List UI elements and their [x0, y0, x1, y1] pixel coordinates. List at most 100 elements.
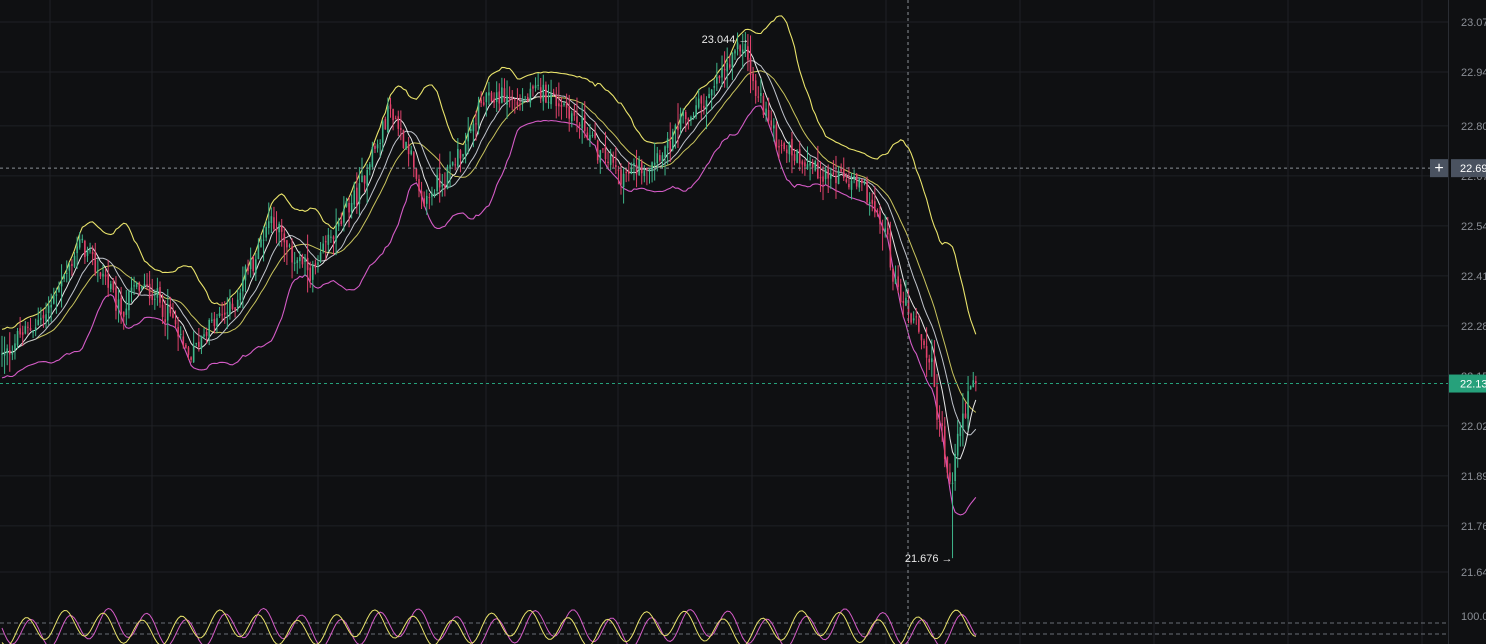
candle-body [177, 326, 179, 337]
y-tick-label: 22.80 [1461, 121, 1486, 133]
candle-body [327, 234, 330, 245]
candle-body [115, 287, 117, 311]
candle-body [200, 335, 203, 349]
candle-body [633, 163, 635, 165]
candle-body [135, 282, 138, 287]
candle [596, 139, 599, 164]
candle-body [454, 164, 457, 166]
candle-body [102, 273, 104, 277]
candle-body [477, 102, 480, 126]
candle-body [249, 258, 252, 270]
candle-body [796, 151, 798, 163]
candle-body [125, 308, 128, 315]
candle-body [242, 279, 244, 292]
candle-body [407, 144, 410, 155]
y-tick-label: 22.54 [1461, 221, 1486, 233]
candle-body [415, 168, 418, 179]
candle-body [337, 222, 340, 227]
candle-body [490, 92, 493, 102]
max-price-annotation: 23.044 [702, 34, 736, 46]
candle-body [607, 161, 609, 164]
candle-body [213, 318, 216, 327]
candle-body [508, 97, 511, 100]
min-arrow-icon: → [942, 553, 953, 565]
candle-body [418, 178, 420, 191]
candle-body [956, 433, 959, 456]
candle-body [332, 236, 335, 240]
candle-body [343, 208, 345, 223]
candle-body [627, 171, 630, 174]
candle-body [534, 85, 537, 89]
candle-body [270, 216, 273, 224]
candlestick-chart[interactable]: 23.0722.9422.8022.6722.5422.4122.2822.15… [0, 0, 1486, 644]
candle-body [793, 154, 796, 161]
candle-body [172, 313, 174, 318]
candle-body [975, 380, 977, 384]
candle-body [340, 220, 343, 225]
candle-body [866, 180, 868, 203]
candle-body [899, 284, 902, 303]
candle-body [459, 150, 462, 159]
candle-body [928, 358, 931, 363]
candle-body [703, 105, 705, 108]
candle-body [855, 174, 858, 187]
candle-body [389, 104, 392, 109]
candle-body [876, 210, 879, 212]
candle-body [817, 162, 819, 179]
candle-body [413, 152, 415, 168]
candle-body [609, 154, 612, 165]
candle-body [291, 246, 293, 263]
candle-body [190, 357, 192, 360]
candle-body [53, 295, 55, 304]
candle-body [296, 260, 299, 264]
candle-body [946, 457, 949, 473]
candle-body [936, 386, 938, 420]
candle-body [565, 102, 568, 108]
candle-body [257, 244, 260, 260]
candle-body [741, 49, 744, 53]
min-price-annotation: 21.676 [905, 553, 939, 565]
candle-body [280, 225, 283, 232]
candle-body [314, 263, 317, 268]
candle-body [400, 127, 402, 130]
candle-body [591, 135, 594, 137]
candle-body [195, 342, 198, 345]
candle-body [104, 274, 107, 277]
candle-body [128, 291, 130, 311]
candle-body [480, 99, 482, 104]
candle-body [3, 352, 6, 356]
candle-body [905, 297, 907, 306]
candle-body [86, 249, 89, 256]
candle-body [423, 198, 425, 207]
candle [405, 141, 407, 150]
candle-body [1, 353, 3, 355]
candle-body [716, 77, 718, 84]
candle-body [583, 115, 586, 132]
chart-canvas[interactable]: 23.0722.9422.8022.6722.5422.4122.2822.15… [0, 0, 1486, 644]
candle-body [283, 233, 286, 243]
candle-body [446, 166, 449, 189]
candle-body [902, 300, 905, 303]
candle-body [24, 326, 27, 334]
candle-body [571, 113, 573, 122]
candle-body [915, 316, 918, 318]
candle-body [420, 191, 423, 197]
candle-body [304, 257, 306, 263]
candle-body [138, 282, 141, 291]
plus-icon[interactable]: + [1434, 160, 1443, 177]
candle-body [444, 184, 446, 188]
candle-body [949, 472, 951, 482]
candle-body [653, 162, 656, 165]
candle-body [141, 285, 143, 289]
candle-body [822, 176, 824, 182]
candle-body [920, 334, 923, 341]
candle-body [923, 340, 925, 345]
candle [814, 159, 817, 172]
y-tick-label: 21.64 [1461, 567, 1486, 579]
candle [402, 129, 405, 149]
candle-body [848, 183, 850, 188]
candle-body [32, 330, 34, 333]
candle-body [573, 110, 576, 116]
candle-body [76, 246, 78, 254]
candle-body [394, 118, 397, 120]
